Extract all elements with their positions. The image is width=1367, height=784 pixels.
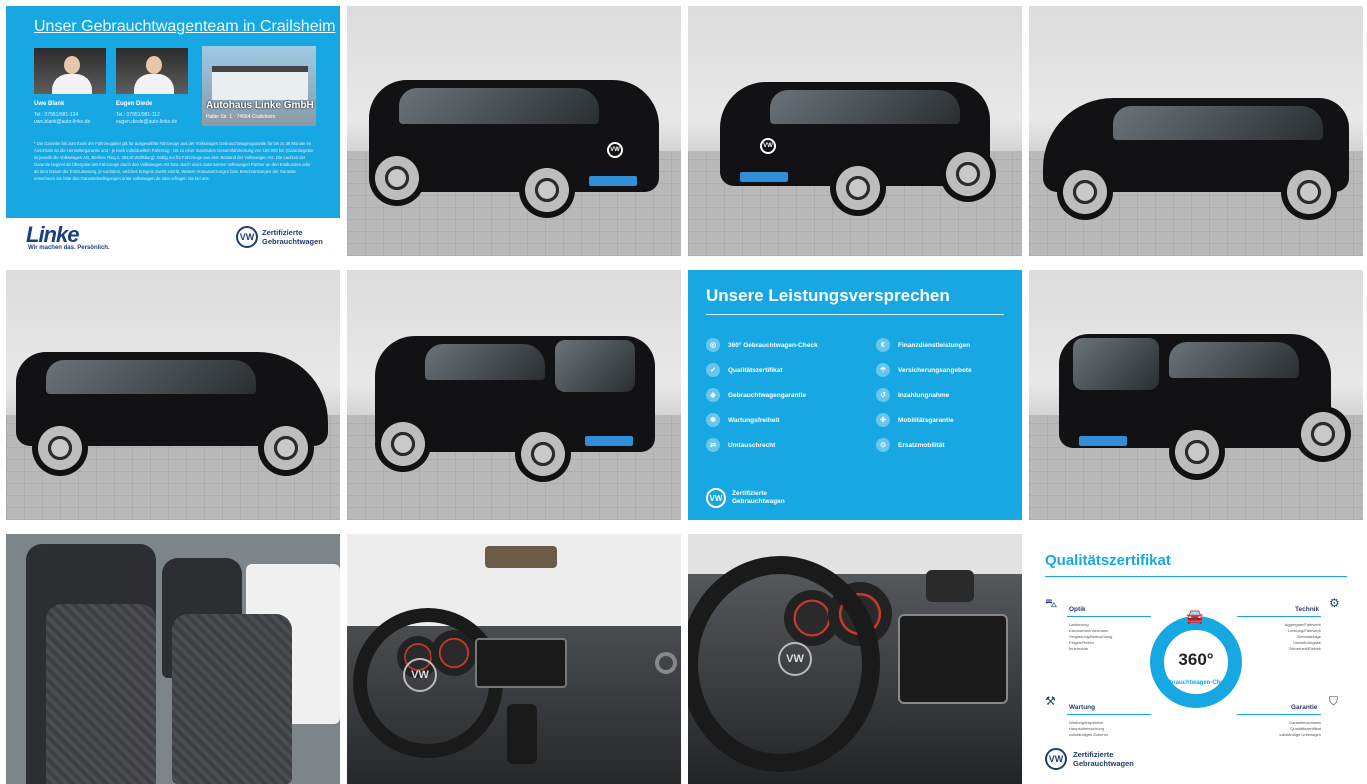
car-image [16,336,328,476]
person-name-2: Eugen Diede [116,101,153,107]
person-photo-2 [116,48,188,94]
gallery-tile-promises[interactable]: Unsere Leistungsversprechen ◎ 360° Gebrau… [688,270,1022,520]
wartung-list: Wartung/Inspektion Hauptuntersuchung volls… [1069,720,1109,737]
team-title: Unser Gebrauchtwagenteam in Crailsheim [34,18,336,35]
car-image [1043,82,1349,222]
linke-tagline: Wir machen das. Persönlich. [28,245,110,251]
gallery-tile-rear-right[interactable] [347,270,681,520]
gallery-tile-steering[interactable]: VW [688,534,1022,784]
wartung-heading: Wartung [1069,704,1096,711]
optik-heading: Optik [1069,606,1086,613]
certificate-icon: ✓ [706,363,720,377]
car-image: VW [720,72,996,222]
phone-holder [926,570,974,602]
wartung-icon: ⚒ [1045,694,1056,708]
insurance-icon: ☂ [876,363,890,377]
wrench-icon: ✱ [706,413,720,427]
car-image [375,326,655,486]
gear-shifter [507,704,537,764]
shield-icon: ◈ [706,388,720,402]
warranty-fine-print: * Die Garantie bis zum Ende der Fahrzeug… [34,141,314,181]
person-photo-1 [34,48,106,94]
promise-item: ⇄ Umtauschrecht [706,438,775,452]
gallery-tile-front-right[interactable]: VW [688,6,1022,256]
promise-item: ⊙ Ersatzmobilität [876,438,945,452]
person-name-1: Uwe Blank [34,101,65,107]
climate-panel [898,614,1008,704]
air-vent [655,652,677,674]
technik-list: Aggregate/Fahrwerk Lenkung/Fahrwerk Bremsa… [1284,622,1321,651]
garantie-list: Garantienachweis Qualitätszertifikat volls… [1279,720,1321,737]
certified-label: Zertifizierte Gebrauchtwagen [1073,750,1134,768]
trade-in-icon: ↺ [876,388,890,402]
gallery-tile-side-right[interactable] [1029,6,1363,256]
dealer-name: Autohaus Linke GmbH [206,100,314,111]
gallery-tile-seats[interactable] [6,534,340,784]
car-icon: 🚘 [1186,608,1204,624]
car-image [1059,324,1351,484]
certificate-title: Qualitätszertifikat [1045,552,1171,569]
vw-logo-icon: VW [1045,748,1067,770]
team-footer: Linke Wir machen das. Persönlich. VW Zer… [6,218,340,256]
person-contact-2: Tel.: 07951/981-112 eugen.diede@auto-lin… [116,112,178,125]
promise-item: ✚ Mobilitätsgarantie [876,413,954,427]
vw-logo-icon: VW [706,488,726,508]
gallery-tile-rear-left[interactable] [1029,270,1363,520]
promises-divider [706,314,1004,315]
promise-item: ✓ Qualitätszertifikat [706,363,783,377]
check-360-badge: 🚘 360° Gebrauchtwagen-Check [1150,608,1242,708]
promise-item: ◎ 360° Gebrauchtwagen-Check [706,338,818,352]
check-360-icon: ◎ [706,338,720,352]
certified-label: Zertifizierte Gebrauchtwagen [732,490,785,505]
promise-item: € Finanzdienstleistungen [876,338,970,352]
sun-visor-mirror [485,546,557,568]
gallery-tile-front-left[interactable]: VW [347,6,681,256]
exchange-icon: ⇄ [706,438,720,452]
finance-icon: € [876,338,890,352]
promise-item: ✱ Wartungsfreiheit [706,413,779,427]
dealer-photo: Autohaus Linke GmbH Haller Str. 1 · 7456… [202,46,316,126]
certified-label: Zertifizierte Gebrauchtwagen [262,228,323,246]
technik-icon: ⚙ [1329,596,1340,610]
vw-logo-icon: VW [236,226,258,248]
gallery-tile-dashboard[interactable]: VW [347,534,681,784]
certificate-divider [1045,576,1347,577]
technik-heading: Technik [1295,606,1320,613]
promises-title: Unsere Leistungsversprechen [706,286,950,305]
photo-gallery: Unser Gebrauchtwagenteam in Crailsheim U… [6,6,1363,784]
optik-list: Lackierung Karosserie/Innenraum Verglasung… [1069,622,1113,651]
promise-item: ☂ Versicherungsangebote [876,363,972,377]
promise-item: ↺ Inzahlungnahme [876,388,949,402]
gallery-tile-certificate[interactable]: Qualitätszertifikat 🚘 360° Gebrauchtwage… [1029,534,1363,784]
person-contact-1: Tel.: 07951/981-134 uwe.blank@auto-linke… [34,112,91,125]
radio-panel [475,638,567,688]
replacement-car-icon: ⊙ [876,438,890,452]
garantie-icon: ⛉ [1329,694,1339,708]
garantie-heading: Garantie [1291,704,1318,711]
dealer-address: Haller Str. 1 · 74564 Crailsheim [206,114,276,120]
promise-item: ◈ Gebrauchtwagengarantie [706,388,806,402]
optik-icon: ⛍ [1045,596,1058,610]
mobility-icon: ✚ [876,413,890,427]
gallery-tile-side-left[interactable] [6,270,340,520]
car-image: VW [369,66,659,226]
gallery-tile-team[interactable]: Unser Gebrauchtwagenteam in Crailsheim U… [6,6,340,256]
